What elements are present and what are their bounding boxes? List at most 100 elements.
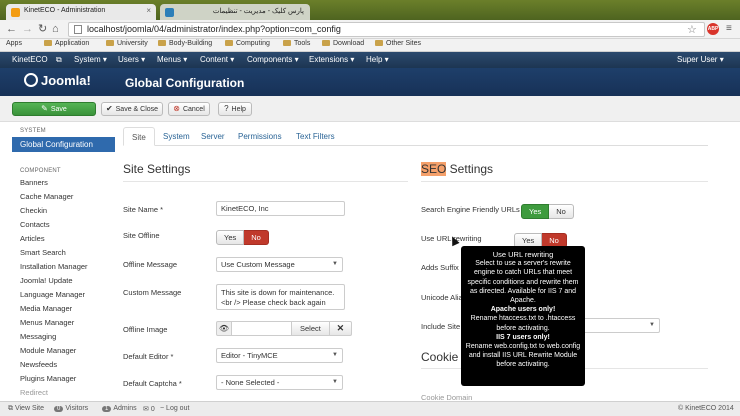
menu-extensions[interactable]: Extensions ▾ (309, 55, 354, 64)
bookmark-tools[interactable]: Tools (283, 40, 310, 47)
bookmark-star-icon[interactable]: ☆ (687, 23, 697, 36)
browser-tab-title: پارس کلیک - مدیریت - تنظیمات (212, 8, 304, 15)
mail-icon: ✉ (143, 406, 151, 413)
offline-message-select[interactable]: Use Custom Message ▼ (216, 257, 343, 272)
offline-image-input[interactable] (232, 321, 292, 336)
menu-components[interactable]: Components ▾ (247, 55, 299, 64)
sidebar-item-contacts[interactable]: Contacts (20, 218, 115, 232)
default-editor-select[interactable]: Editor - TinyMCE ▼ (216, 348, 343, 363)
page-icon (74, 25, 82, 34)
default-editor-label: Default Editor * (123, 352, 174, 361)
site-name-label: Site Name * (123, 205, 164, 214)
sidebar-item-banners[interactable]: Banners (20, 176, 115, 190)
brand-link[interactable]: KinetECO (12, 55, 48, 64)
default-captcha-select[interactable]: - None Selected - ▼ (216, 375, 343, 390)
adblock-icon[interactable]: ABP (707, 23, 719, 35)
select-image-button[interactable]: Select (292, 321, 330, 336)
tab-site[interactable]: Site (123, 127, 155, 146)
sidebar-item-language-manager[interactable]: Language Manager (20, 288, 115, 302)
unicode-aliases-label: Unicode Alia (421, 293, 463, 302)
site-name-input[interactable]: KinetECO, Inc (216, 201, 345, 216)
admin-top-menu: KinetECO ⧉ System ▾ Users ▾ Menus ▾ Cont… (0, 52, 740, 68)
sidebar-item-joomla-update[interactable]: Joomla! Update (20, 274, 115, 288)
sef-urls-no[interactable]: No (549, 204, 574, 219)
bookmark-application[interactable]: Application (44, 40, 89, 47)
url-input[interactable]: localhost/joomla/04/administrator/index.… (68, 22, 705, 37)
custom-message-textarea[interactable]: This site is down for maintenance. <br /… (216, 284, 345, 310)
tab-permissions[interactable]: Permissions (230, 127, 290, 146)
site-offline-no[interactable]: No (244, 230, 269, 245)
menu-content[interactable]: Content ▾ (200, 55, 234, 64)
config-tabs: Site System Server Permissions Text Filt… (123, 127, 708, 146)
bookmark-apps[interactable]: Apps (6, 40, 22, 47)
bookmark-download[interactable]: Download (322, 40, 364, 47)
bookmark-body-building[interactable]: Body-Building (158, 40, 212, 47)
back-arrow-icon[interactable]: ← (6, 23, 17, 35)
sidebar-item-media-manager[interactable]: Media Manager (20, 302, 115, 316)
tab-system[interactable]: System (155, 127, 198, 146)
joomla-logo-icon (24, 73, 38, 87)
menu-users[interactable]: Users ▾ (118, 55, 145, 64)
sidebar-item-installation-manager[interactable]: Installation Manager (20, 260, 115, 274)
seo-settings-heading: SEO Settings (421, 162, 494, 176)
bookmark-other-sites[interactable]: Other Sites (375, 40, 421, 47)
site-offline-yes[interactable]: Yes (216, 230, 245, 245)
page-title: Global Configuration (125, 76, 245, 90)
sidebar-item-smart-search[interactable]: Smart Search (20, 246, 115, 260)
messages-status[interactable]: ✉ 0 (143, 405, 155, 413)
help-button[interactable]: ? Help (218, 102, 252, 116)
question-icon: ? (224, 104, 229, 113)
admins-status: 1 Admins (102, 405, 137, 412)
sidebar-item-checkin[interactable]: Checkin (20, 204, 115, 218)
browser-tab-strip: KinetECO - Administration × پارس کلیک - … (0, 0, 740, 20)
tooltip-body: Select to use a server's rewrite engine … (467, 260, 579, 305)
reload-icon[interactable]: ↻ (38, 23, 47, 35)
menu-system[interactable]: System ▾ (74, 55, 107, 64)
include-site-name-select[interactable]: ▼ (583, 318, 660, 333)
eye-icon[interactable]: 👁 (216, 321, 232, 336)
close-tab-icon[interactable]: × (146, 6, 151, 15)
clear-icon[interactable]: ✕ (329, 321, 352, 336)
toolbar: ✎ Save ✔ Save & Close ⊗ Cancel ? Help (0, 96, 740, 122)
user-menu[interactable]: Super User ▾ (677, 55, 724, 64)
tooltip-iis-body: Rename web.config.txt to web.config and … (465, 343, 581, 369)
folder-icon (375, 40, 383, 46)
menu-help[interactable]: Help ▾ (366, 55, 389, 64)
bookmark-university[interactable]: University (106, 40, 148, 47)
tooltip-apache-body: Rename htaccess.txt to .htaccess before … (470, 315, 576, 332)
sidebar-item-cache-manager[interactable]: Cache Manager (20, 190, 115, 204)
folder-icon (106, 40, 114, 46)
forward-arrow-icon[interactable]: → (22, 23, 33, 35)
sidebar-item-global-configuration[interactable]: Global Configuration (12, 137, 115, 152)
sidebar-item-menus-manager[interactable]: Menus Manager (20, 316, 115, 330)
view-site-link[interactable]: ⧉ View Site (8, 405, 44, 413)
sidebar-item-messaging[interactable]: Messaging (20, 330, 115, 344)
divider (421, 181, 708, 182)
menu-menus[interactable]: Menus ▾ (157, 55, 187, 64)
save-close-button[interactable]: ✔ Save & Close (101, 102, 163, 116)
logout-link[interactable]: − Log out (160, 405, 189, 412)
home-icon[interactable]: ⌂ (52, 23, 59, 35)
sef-urls-yes[interactable]: Yes (521, 204, 550, 219)
tooltip-apache-heading: Apache users only! (490, 306, 556, 314)
folder-icon (322, 40, 330, 46)
sidebar-item-module-manager[interactable]: Module Manager (20, 344, 115, 358)
sidebar-item-plugins-manager[interactable]: Plugins Manager (20, 372, 115, 386)
tab-text-filters[interactable]: Text Filters (288, 127, 343, 146)
external-link-icon[interactable]: ⧉ (56, 55, 62, 65)
divider (123, 181, 408, 182)
joomla-logo: Joomla! (41, 73, 91, 88)
url-rewriting-tooltip: Use URL rewriting Select to use a server… (461, 246, 585, 386)
sidebar-item-newsfeeds[interactable]: Newsfeeds (20, 358, 115, 372)
browser-tab-active[interactable]: KinetECO - Administration × (6, 4, 156, 20)
sidebar-item-articles[interactable]: Articles (20, 232, 115, 246)
caret-down-icon: ▼ (332, 352, 338, 358)
save-button[interactable]: ✎ Save (12, 102, 96, 116)
cancel-button[interactable]: ⊗ Cancel (168, 102, 210, 116)
bookmark-computing[interactable]: Computing (225, 40, 270, 47)
browser-menu-icon[interactable]: ≡ (726, 23, 732, 34)
browser-tab-inactive[interactable]: پارس کلیک - مدیریت - تنظیمات (160, 4, 310, 20)
tooltip-title: Use URL rewriting (492, 250, 554, 259)
sidebar-item-redirect[interactable]: Redirect (20, 386, 115, 400)
tab-server[interactable]: Server (193, 127, 233, 146)
